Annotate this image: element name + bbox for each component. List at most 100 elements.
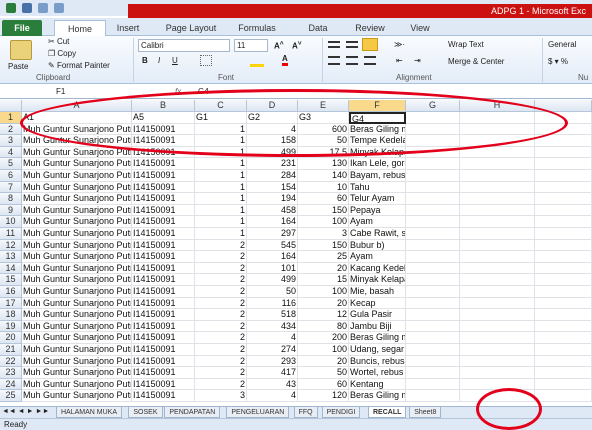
cell[interactable] (460, 344, 535, 356)
cell[interactable] (406, 158, 460, 170)
cell[interactable]: 3 (298, 228, 349, 240)
align-right-icon[interactable] (364, 56, 376, 65)
cell[interactable] (460, 216, 535, 228)
row-header[interactable]: 20 (0, 332, 22, 344)
name-box[interactable]: F1 (56, 87, 65, 96)
cell[interactable] (406, 228, 460, 240)
row-header[interactable]: 13 (0, 251, 22, 263)
decrease-indent-icon[interactable]: ⇤ (396, 56, 403, 65)
cell[interactable] (535, 367, 592, 379)
cell[interactable] (460, 262, 535, 275)
cell[interactable] (406, 286, 460, 298)
cell[interactable]: 4 (247, 123, 298, 136)
select-all-corner[interactable] (0, 100, 22, 112)
row-header[interactable]: 17 (0, 297, 22, 310)
row-header[interactable]: 14 (0, 262, 22, 275)
tab-insert[interactable]: Insert (108, 20, 148, 36)
cell[interactable]: Muh Guntur Sunarjono Putra (22, 228, 132, 240)
cell[interactable] (406, 170, 460, 182)
cell[interactable]: Muh Guntur Sunarjono Putra (22, 367, 132, 379)
cell[interactable]: I14150091 (132, 216, 195, 228)
cell[interactable]: 458 (247, 204, 298, 217)
copy-button[interactable]: ❐ Copy (48, 49, 76, 58)
cell[interactable]: I14150091 (132, 123, 195, 136)
align-top-icon[interactable] (328, 41, 340, 48)
cell[interactable]: Muh Guntur Sunarjono Putra (22, 344, 132, 356)
cell[interactable]: Muh Guntur Sunarjono Putra (22, 158, 132, 170)
cell[interactable] (406, 320, 460, 333)
cell[interactable]: Bayam, rebus (349, 170, 406, 182)
cell[interactable]: 2 (195, 274, 247, 286)
row-header[interactable]: 6 (0, 170, 22, 182)
paste-icon[interactable] (10, 40, 32, 60)
cell[interactable]: 1 (195, 146, 247, 159)
cell[interactable] (460, 367, 535, 379)
cell[interactable]: 1 (195, 170, 247, 182)
cell[interactable]: Muh Guntur Sunarjono Putra (22, 332, 132, 344)
cell[interactable]: 545 (247, 239, 298, 252)
cell[interactable]: 1 (195, 193, 247, 205)
cell[interactable]: Beras Giling masak (nasi) (349, 123, 406, 136)
cell[interactable] (406, 297, 460, 310)
cell[interactable] (406, 274, 460, 286)
cell[interactable]: 2 (195, 332, 247, 344)
cell[interactable]: 50 (298, 135, 349, 147)
cell[interactable]: Telur Ayam (349, 193, 406, 205)
cell[interactable] (406, 204, 460, 217)
sheet-tab[interactable]: FFQ (293, 407, 318, 418)
cell[interactable]: 2 (195, 320, 247, 333)
cell[interactable]: I14150091 (132, 297, 195, 310)
cell[interactable]: 60 (298, 193, 349, 205)
number-format-select[interactable]: General (548, 40, 576, 49)
cell[interactable]: 150 (298, 239, 349, 252)
increase-indent-icon[interactable]: ⇥ (414, 56, 421, 65)
cell[interactable]: Jambu Biji (349, 320, 406, 333)
cell[interactable]: 12 (298, 309, 349, 321)
cell[interactable] (535, 146, 592, 159)
save-icon[interactable] (22, 3, 32, 13)
cell[interactable]: Wortel, rebus (349, 367, 406, 379)
cell[interactable]: Muh Guntur Sunarjono Putra (22, 239, 132, 252)
column-header-b[interactable]: B (132, 100, 195, 112)
cell[interactable]: 2 (195, 355, 247, 368)
cell[interactable] (460, 355, 535, 368)
spreadsheet-grid[interactable]: A B C D E F G H 1 A1 A5 G1 G2 G3 G4 2 Muh Guntur Sunarjo… (0, 100, 592, 406)
cell[interactable]: I14150091 (132, 204, 195, 217)
cell[interactable]: Tempe Kedelai Murni (349, 135, 406, 147)
cell[interactable] (406, 181, 460, 194)
cell[interactable]: I14150091 (132, 309, 195, 321)
cell[interactable] (460, 332, 535, 344)
cell[interactable]: I14150091 (132, 286, 195, 298)
column-header-f[interactable]: F (349, 100, 406, 112)
cell[interactable]: Cabe Rawit, segar (349, 228, 406, 240)
cell[interactable] (535, 297, 592, 310)
cell[interactable]: 154 (247, 181, 298, 194)
cell[interactable]: Mie, basah (349, 286, 406, 298)
sheet-tab[interactable]: HALAMAN MUKA (56, 407, 123, 418)
sheet-tab[interactable]: PENDAPATAN (164, 407, 221, 418)
cell[interactable]: Ayam (349, 216, 406, 228)
cell[interactable]: 17,5 (298, 146, 349, 159)
cell[interactable]: 417 (247, 367, 298, 379)
grow-font-button[interactable]: A˄ (274, 40, 284, 51)
cell[interactable]: 518 (247, 309, 298, 321)
cell[interactable] (535, 216, 592, 228)
cell[interactable]: Muh Guntur Sunarjono Putra (22, 251, 132, 263)
cell[interactable]: Muh Guntur Sunarjono Putra (22, 170, 132, 182)
cell[interactable]: A5 (132, 112, 195, 124)
underline-button[interactable]: U (172, 56, 178, 65)
cell[interactable]: Kacang Kedelai, kering (349, 262, 406, 275)
cell[interactable]: Muh Guntur Sunarjono Putra (22, 216, 132, 228)
cell[interactable] (406, 332, 460, 344)
cell[interactable] (406, 262, 460, 275)
cell[interactable]: I14150091 (132, 193, 195, 205)
row-header[interactable]: 19 (0, 320, 22, 333)
cell[interactable] (406, 344, 460, 356)
cell[interactable] (460, 286, 535, 298)
cell[interactable]: Muh Guntur Sunarjono Putra (22, 135, 132, 147)
column-header-c[interactable]: C (195, 100, 247, 112)
cell[interactable]: 15 (298, 274, 349, 286)
cell[interactable] (406, 367, 460, 379)
cell[interactable]: 3 (195, 390, 247, 402)
cell[interactable] (535, 181, 592, 194)
